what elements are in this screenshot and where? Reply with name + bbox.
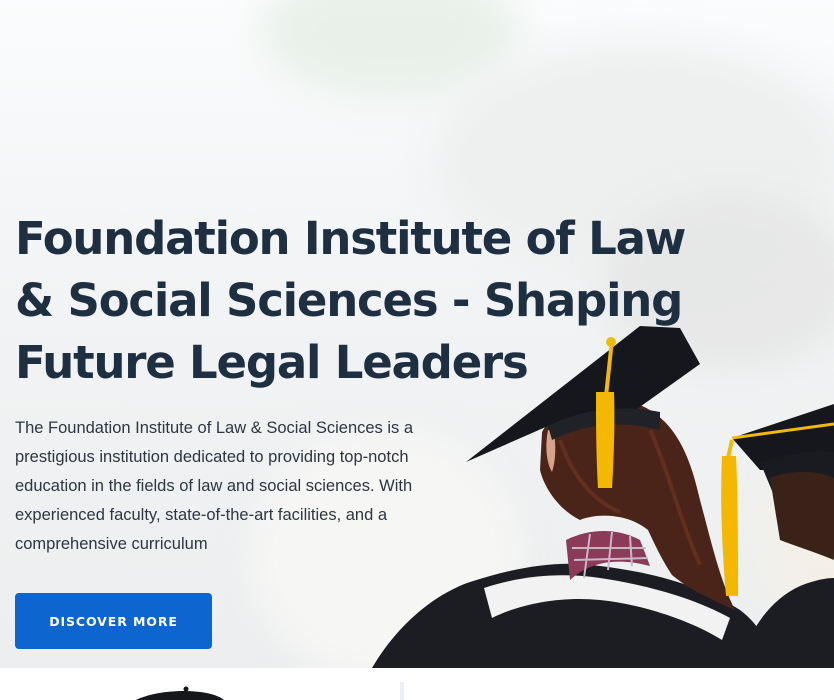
hero-description: The Foundation Institute of Law & Social…	[15, 419, 414, 553]
discover-more-button[interactable]: DISCOVER MORE	[15, 593, 212, 649]
hero-title: Foundation Institute of Law & Social Sci…	[15, 212, 686, 389]
divider	[400, 682, 404, 700]
hero-section: Foundation Institute of Law & Social Sci…	[0, 0, 834, 668]
next-section-image	[136, 686, 224, 700]
tassel	[721, 456, 738, 596]
mortarboard-icon	[136, 691, 224, 700]
next-section	[0, 668, 834, 700]
hero-content: Foundation Institute of Law & Social Sci…	[15, 208, 705, 559]
graduate-gown	[740, 578, 834, 668]
